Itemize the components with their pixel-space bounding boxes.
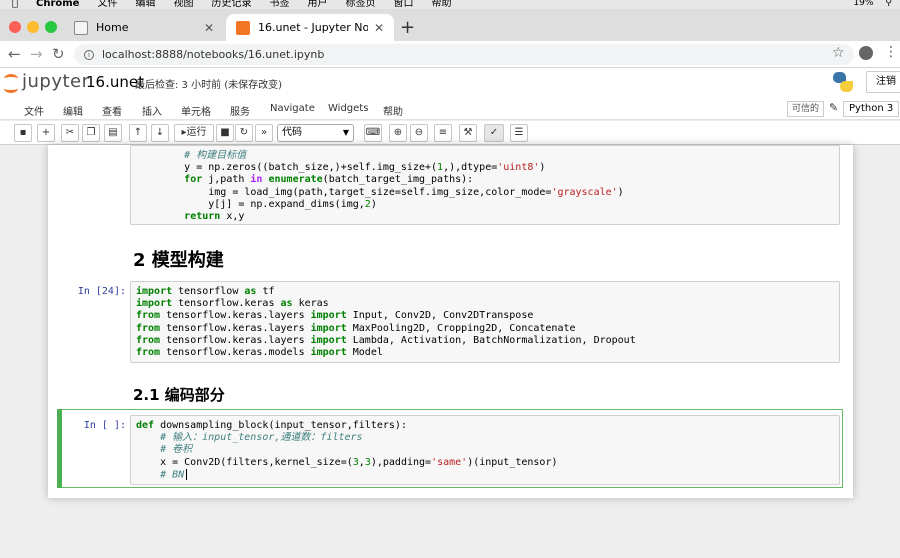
logout-button[interactable]: 注销 xyxy=(866,71,900,93)
run-button[interactable]: ▸运行 xyxy=(174,124,214,142)
menu-kernel[interactable]: 服务 xyxy=(230,103,250,118)
move-down-icon[interactable]: ↓ xyxy=(151,124,169,142)
close-icon[interactable]: ✕ xyxy=(374,21,384,35)
menu-help[interactable]: 帮助 xyxy=(383,103,403,118)
tab-label: Home xyxy=(96,21,129,34)
url-text: localhost:8888/notebooks/16.unet.ipynb xyxy=(102,48,325,61)
cell-type-value: 代码 xyxy=(282,127,302,138)
save-icon[interactable]: ▪ xyxy=(14,124,32,142)
jupyter-toolbar: ▪ + ✂ ❐ ▤ ↑ ↓ ▸运行 ■ ↻ » 代码 ▼ ⌨ ⊕ ⊖ ≡ ⚒ ✓… xyxy=(0,121,900,145)
cell-prompt: In [ ]: xyxy=(83,420,126,431)
jupyter-header: jupyter 16.unet 最后检查: 3 小时前 (未保存改变) 注销 xyxy=(0,68,900,98)
browser-tab-strip: Home ✕ 16.unet - Jupyter Notebook ✕ + xyxy=(0,9,900,41)
kernel-indicator[interactable]: Python 3 xyxy=(843,101,900,117)
menu-insert[interactable]: 插入 xyxy=(142,103,162,118)
close-icon[interactable]: ✕ xyxy=(204,21,214,35)
notebook-container: # 构建目标值 y = np.zeros((batch_size,)+self.… xyxy=(48,145,853,498)
menu-view[interactable]: 查看 xyxy=(102,103,122,118)
tab-label: 16.unet - Jupyter Notebook xyxy=(258,21,368,34)
mac-menu-people[interactable]: 用户 xyxy=(307,0,327,9)
mac-menu-history[interactable]: 历史记录 xyxy=(211,0,251,9)
address-bar-row: ← → ↻ i localhost:8888/notebooks/16.unet… xyxy=(0,41,900,68)
restart-run-all-icon[interactable]: » xyxy=(255,124,273,142)
keyboard-icon[interactable]: ⌨ xyxy=(364,124,382,142)
cell-type-select[interactable]: 代码 ▼ xyxy=(277,124,354,142)
mac-menu-view[interactable]: 视图 xyxy=(173,0,193,9)
menu-file[interactable]: 文件 xyxy=(24,103,44,118)
tab-home[interactable]: Home ✕ xyxy=(64,14,224,41)
insert-cell-icon[interactable]: + xyxy=(37,124,55,142)
heading-encoder: 2.1 编码部分 xyxy=(133,386,225,404)
mac-menu-tab[interactable]: 标签页 xyxy=(345,0,375,9)
mac-menu-chrome[interactable]: Chrome xyxy=(36,0,79,9)
account-icon[interactable] xyxy=(859,46,873,60)
menu-edit[interactable]: 编辑 xyxy=(63,103,83,118)
notebook-area: # 构建目标值 y = np.zeros((batch_size,)+self.… xyxy=(0,145,900,558)
menu-widgets[interactable]: Widgets xyxy=(328,103,368,114)
copy-icon[interactable]: ❐ xyxy=(82,124,100,142)
cell-prompt: In [24]: xyxy=(77,286,126,297)
forward-icon[interactable]: → xyxy=(30,45,43,63)
zoom-in-icon[interactable]: ⊕ xyxy=(389,124,407,142)
url-input[interactable]: i localhost:8888/notebooks/16.unet.ipynb xyxy=(74,44,854,65)
interrupt-icon[interactable]: ■ xyxy=(216,124,234,142)
minimize-window-button[interactable] xyxy=(27,21,39,33)
logo-text: jupyter xyxy=(22,71,90,92)
more-vertical-icon[interactable]: ⋮ xyxy=(884,44,898,60)
mac-menubar:  Chrome 文件 编辑 视图 历史记录 书签 用户 标签页 窗口 帮助 1… xyxy=(0,0,900,9)
file-icon xyxy=(74,20,88,35)
python-logo-icon xyxy=(833,72,853,92)
info-icon[interactable]: i xyxy=(84,49,94,60)
close-window-button[interactable] xyxy=(9,21,21,33)
restart-icon[interactable]: ↻ xyxy=(235,124,253,142)
jupyter-logo[interactable]: jupyter xyxy=(4,71,90,93)
code-cell-imports[interactable]: import tensorflow as tf import tensorflow… xyxy=(130,281,840,363)
menu-navigate[interactable]: Navigate xyxy=(270,103,315,114)
wrench-icon[interactable]: ⚒ xyxy=(459,124,477,142)
trusted-badge[interactable]: 可信的 xyxy=(787,101,825,117)
paste-icon[interactable]: ▤ xyxy=(104,124,122,142)
heading-model-build: 2 模型构建 xyxy=(133,250,224,271)
zoom-out-icon[interactable]: ⊖ xyxy=(410,124,428,142)
jupyter-logo-icon xyxy=(4,72,18,93)
text-cursor xyxy=(186,468,188,480)
mac-menu-window[interactable]: 窗口 xyxy=(393,0,413,9)
apple-icon[interactable]:  xyxy=(12,0,18,9)
reload-icon[interactable]: ↻ xyxy=(52,45,65,63)
table-of-contents-icon[interactable]: ☰ xyxy=(510,124,528,142)
jupyter-favicon-icon xyxy=(236,20,250,35)
tab-notebook[interactable]: 16.unet - Jupyter Notebook ✕ xyxy=(226,14,394,41)
mac-menu-bookmarks[interactable]: 书签 xyxy=(269,0,289,9)
new-tab-icon[interactable]: + xyxy=(400,19,415,37)
mac-menu-file[interactable]: 文件 xyxy=(97,0,117,9)
back-icon[interactable]: ← xyxy=(8,45,21,63)
bookmark-star-icon[interactable]: ☆ xyxy=(832,45,845,61)
list-icon[interactable]: ≡ xyxy=(434,124,452,142)
battery-percent: 19% xyxy=(853,0,874,8)
cut-icon[interactable]: ✂ xyxy=(61,124,79,142)
run-label: 运行 xyxy=(186,127,207,138)
menu-cell[interactable]: 单元格 xyxy=(181,103,211,118)
jupyter-menubar: 文件 编辑 查看 插入 单元格 服务 Navigate Widgets 帮助 可… xyxy=(0,98,900,120)
move-up-icon[interactable]: ↑ xyxy=(129,124,147,142)
search-icon[interactable]: ⚲ xyxy=(885,0,892,8)
mac-menu-help[interactable]: 帮助 xyxy=(431,0,451,9)
spellcheck-icon[interactable]: ✓ xyxy=(484,124,504,142)
chevron-down-icon: ▼ xyxy=(342,128,349,137)
checkpoint-status: 最后检查: 3 小时前 (未保存改变) xyxy=(135,80,283,91)
mac-menu-edit[interactable]: 编辑 xyxy=(135,0,155,9)
zoom-window-button[interactable] xyxy=(45,21,57,33)
code-cell-previous[interactable]: # 构建目标值 y = np.zeros((batch_size,)+self.… xyxy=(130,145,840,225)
code-cell-downsampling[interactable]: def downsampling_block(input_tensor,filt… xyxy=(130,415,840,485)
pencil-icon[interactable]: ✎ xyxy=(829,101,838,114)
